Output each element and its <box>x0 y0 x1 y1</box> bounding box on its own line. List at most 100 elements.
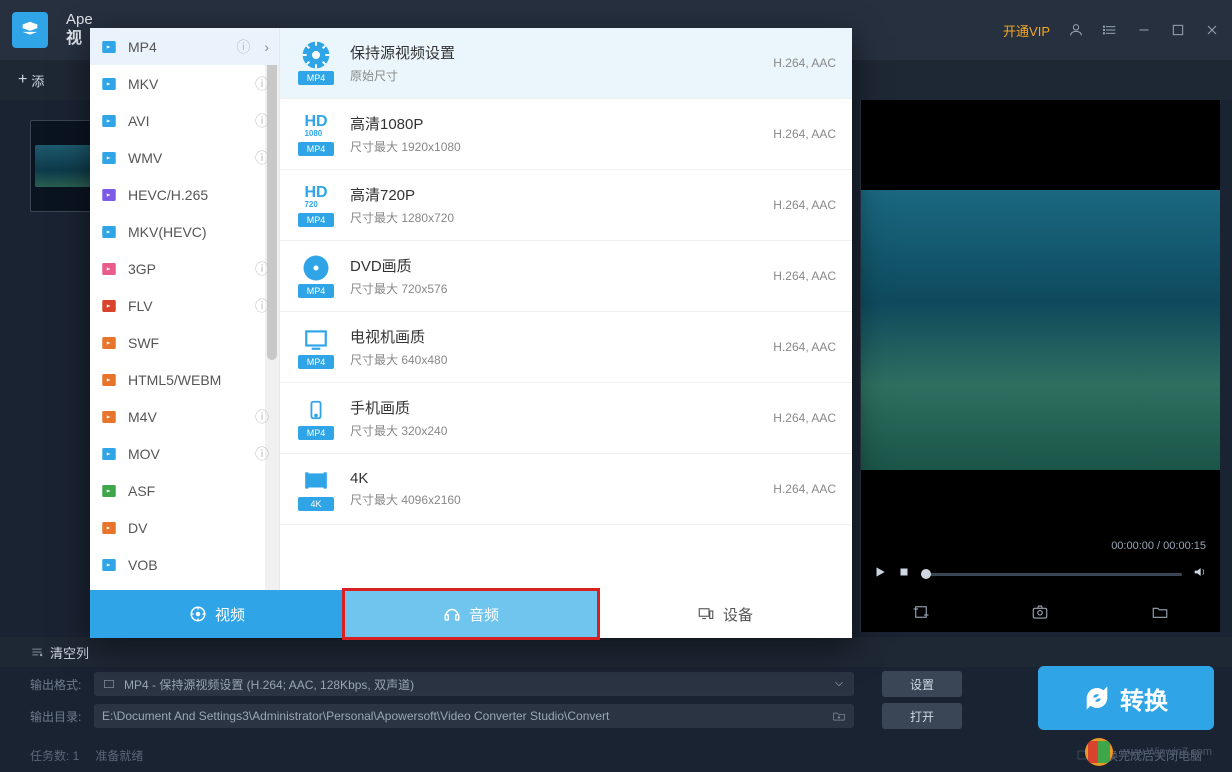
format-icon <box>100 186 118 204</box>
tab-video[interactable]: 视频 <box>90 590 344 638</box>
format-icon <box>100 75 118 93</box>
preset-subtitle: 尺寸最大 4096x2160 <box>350 491 759 508</box>
output-dir-field[interactable]: E:\Document And Settings3\Administrator\… <box>94 704 854 728</box>
format-popup: MP4 ⓘ › MKV ⓘ AVI ⓘ WMV ⓘ HEVC/H.265 <box>90 28 852 638</box>
preset-codec: H.264, AAC <box>773 482 836 496</box>
preset-tag: MP4 <box>298 71 334 85</box>
file-thumbnail[interactable] <box>30 120 96 212</box>
preset-item[interactable]: HD1080 MP4 高清1080P 尺寸最大 1920x1080 H.264,… <box>280 99 852 170</box>
preset-item[interactable]: MP4 手机画质 尺寸最大 320x240 H.264, AAC <box>280 383 852 454</box>
preset-item[interactable]: MP4 保持源视频设置 原始尺寸 H.264, AAC <box>280 28 852 99</box>
format-name: HTML5/WEBM <box>128 372 221 388</box>
format-item-mkv[interactable]: MKV ⓘ <box>90 65 279 102</box>
tab-video-label: 视频 <box>215 604 245 625</box>
clear-list-button[interactable]: 清空列 <box>30 643 89 662</box>
open-button[interactable]: 打开 <box>882 703 962 729</box>
format-item-vob[interactable]: VOB <box>90 546 279 583</box>
format-icon <box>100 334 118 352</box>
format-item-mkvhevc[interactable]: MKV(HEVC) <box>90 213 279 250</box>
preset-title: 高清1080P <box>350 113 759 134</box>
preset-subtitle: 尺寸最大 720x576 <box>350 280 759 297</box>
format-icon <box>100 260 118 278</box>
format-item-3gp[interactable]: 3GP ⓘ <box>90 250 279 287</box>
preset-icon: MP4 <box>296 395 336 441</box>
app-sub: 视 <box>66 29 93 48</box>
info-icon[interactable]: ⓘ <box>255 74 269 94</box>
seek-slider[interactable] <box>921 573 1182 576</box>
tab-audio[interactable]: 音频 <box>344 590 598 638</box>
chevron-down-icon <box>832 677 846 691</box>
play-button[interactable] <box>873 565 887 584</box>
settings-button[interactable]: 设置 <box>882 671 962 697</box>
preset-title: 4K <box>350 470 759 487</box>
folder-tool-icon[interactable] <box>1151 603 1169 626</box>
format-item-hevch265[interactable]: HEVC/H.265 <box>90 176 279 213</box>
info-icon[interactable]: ⓘ <box>255 444 269 464</box>
task-count: 任务数: 1 <box>30 747 79 764</box>
close-icon[interactable] <box>1204 22 1220 38</box>
info-icon[interactable]: ⓘ <box>255 111 269 131</box>
format-item-flv[interactable]: FLV ⓘ <box>90 287 279 324</box>
vip-link[interactable]: 开通VIP <box>1003 21 1050 40</box>
folder-save-icon <box>832 709 846 723</box>
format-item-mov[interactable]: MOV ⓘ <box>90 435 279 472</box>
preset-title: 电视机画质 <box>350 326 759 347</box>
preset-item[interactable]: MP4 DVD画质 尺寸最大 720x576 H.264, AAC <box>280 241 852 312</box>
format-item-asf[interactable]: ASF <box>90 472 279 509</box>
preset-item[interactable]: MP4 电视机画质 尺寸最大 640x480 H.264, AAC <box>280 312 852 383</box>
preset-icon: MP4 <box>296 324 336 370</box>
info-icon[interactable]: ⓘ <box>255 148 269 168</box>
info-icon[interactable]: ⓘ <box>255 407 269 427</box>
format-name: WMV <box>128 150 162 166</box>
format-sidebar[interactable]: MP4 ⓘ › MKV ⓘ AVI ⓘ WMV ⓘ HEVC/H.265 <box>90 28 280 590</box>
preset-tag: 4K <box>298 497 334 511</box>
snapshot-tool-icon[interactable] <box>1031 603 1049 626</box>
chevron-right-icon: › <box>264 39 269 55</box>
format-item-wmv[interactable]: WMV ⓘ <box>90 139 279 176</box>
format-name: MKV <box>128 76 158 92</box>
preset-list[interactable]: MP4 保持源视频设置 原始尺寸 H.264, AAC HD1080 MP4 高… <box>280 28 852 590</box>
format-item-avi[interactable]: AVI ⓘ <box>90 102 279 139</box>
info-icon[interactable]: ⓘ <box>255 259 269 279</box>
format-name: VOB <box>128 557 158 573</box>
format-item-dv[interactable]: DV <box>90 509 279 546</box>
format-icon <box>100 556 118 574</box>
maximize-icon[interactable] <box>1170 22 1186 38</box>
format-icon <box>100 149 118 167</box>
preset-subtitle: 尺寸最大 1280x720 <box>350 209 759 226</box>
user-icon[interactable] <box>1068 22 1084 38</box>
preview-image <box>861 190 1220 470</box>
tab-device[interactable]: 设备 <box>598 590 852 638</box>
menu-list-icon[interactable] <box>1102 22 1118 38</box>
preset-codec: H.264, AAC <box>773 56 836 70</box>
preset-tag: MP4 <box>298 355 334 369</box>
stop-button[interactable] <box>897 565 911 584</box>
preset-item[interactable]: 4K 4K 尺寸最大 4096x2160 H.264, AAC <box>280 454 852 525</box>
format-icon <box>100 371 118 389</box>
watermark-logo-icon <box>1085 738 1113 766</box>
preset-title: 保持源视频设置 <box>350 42 759 63</box>
preset-icon: MP4 <box>296 253 336 299</box>
format-name: AVI <box>128 113 150 129</box>
output-format-field[interactable]: MP4 - 保持源视频设置 (H.264; AAC, 128Kbps, 双声道) <box>94 672 854 696</box>
format-item-mp4[interactable]: MP4 ⓘ › <box>90 28 279 65</box>
preset-codec: H.264, AAC <box>773 127 836 141</box>
crop-tool-icon[interactable] <box>912 603 930 626</box>
add-button[interactable]: + 添 <box>18 71 44 90</box>
preset-title: 手机画质 <box>350 397 759 418</box>
format-name: DV <box>128 520 147 536</box>
format-item-swf[interactable]: SWF <box>90 324 279 361</box>
info-icon[interactable]: ⓘ <box>255 296 269 316</box>
info-icon[interactable]: ⓘ <box>236 37 250 57</box>
format-icon <box>100 297 118 315</box>
preset-item[interactable]: HD720 MP4 高清720P 尺寸最大 1280x720 H.264, AA… <box>280 170 852 241</box>
format-item-html5webm[interactable]: HTML5/WEBM <box>90 361 279 398</box>
output-dir-label: 输出目录: <box>30 708 86 725</box>
minimize-icon[interactable] <box>1136 22 1152 38</box>
convert-button[interactable]: 转换 <box>1038 666 1214 730</box>
format-icon <box>100 38 118 56</box>
format-name: MP4 <box>128 39 157 55</box>
volume-icon[interactable] <box>1192 564 1208 585</box>
format-item-m4v[interactable]: M4V ⓘ <box>90 398 279 435</box>
preset-codec: H.264, AAC <box>773 269 836 283</box>
